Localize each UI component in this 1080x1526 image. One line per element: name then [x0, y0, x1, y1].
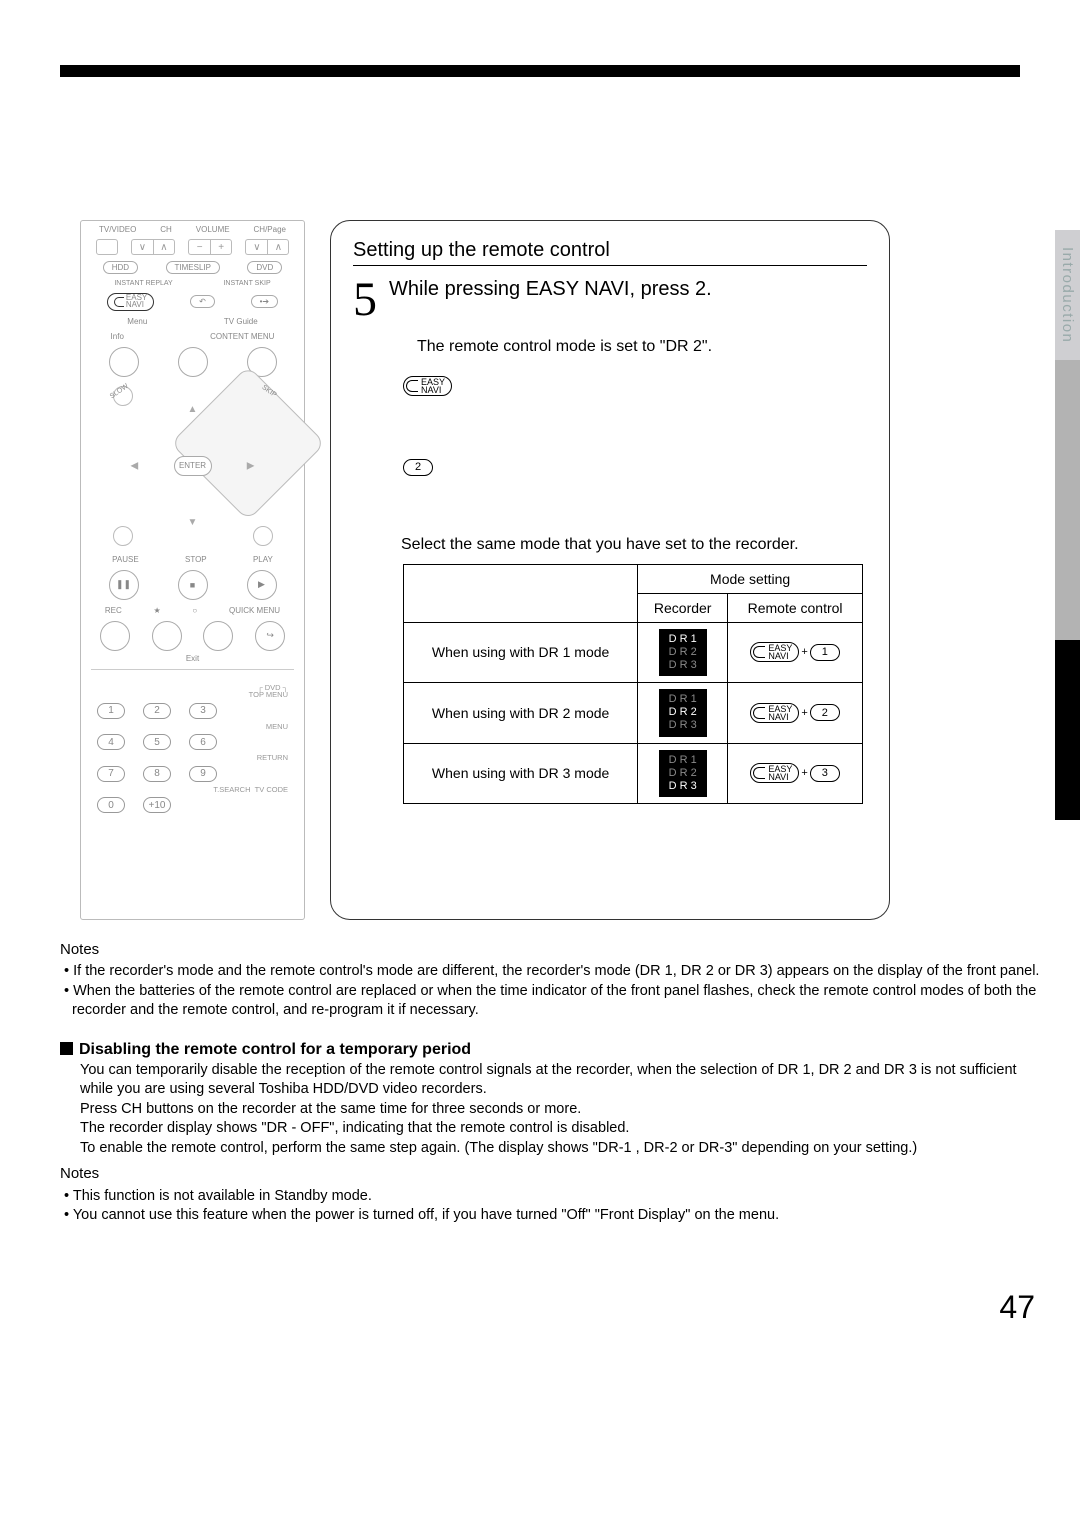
step-number: 5 [353, 276, 377, 324]
recorder-display: D R 1D R 2D R 3 [659, 689, 707, 737]
instant-replay-button[interactable]: ↶ [190, 295, 215, 308]
info-button[interactable] [109, 347, 139, 377]
disable-p2: Press CH buttons on the recorder at the … [80, 1100, 1040, 1120]
enter-button[interactable]: ENTER [174, 456, 212, 476]
menu-button[interactable] [178, 347, 208, 377]
lbl-info: Info [111, 332, 124, 341]
mode-row-label: When using with DR 1 mode [404, 622, 638, 683]
notes-section: Notes • If the recorder's mode and the r… [60, 938, 1040, 1226]
key-0[interactable]: 0 [97, 797, 125, 813]
lbl-chpage: CH/Page [254, 225, 286, 234]
lbl-ch: CH [160, 225, 172, 234]
lbl-exit: Exit [81, 654, 304, 663]
lbl-instantskip: INSTANT SKIP [223, 280, 270, 287]
mode-row-label: When using with DR 2 mode [404, 683, 638, 744]
key-8[interactable]: 8 [143, 766, 171, 782]
star-icon: ★ [153, 606, 160, 615]
fav-button[interactable] [152, 621, 182, 651]
section-tab: Introduction [1055, 230, 1080, 360]
recorder-display: D R 1D R 2D R 3 [659, 750, 707, 798]
timeslip-button[interactable]: TIMESLIP [166, 261, 220, 274]
keypad: ┌ DVD ┐TOP MENU 123 MENU 456 RETURN 789 … [81, 676, 304, 826]
bookmark-button[interactable] [203, 621, 233, 651]
play-button[interactable]: ▶ [247, 570, 277, 600]
quickmenu-button[interactable]: ↪ [255, 621, 285, 651]
ch-rocker[interactable]: ∨∧ [131, 239, 175, 255]
note-3: • This function is not available in Stan… [60, 1187, 1040, 1207]
step-text: While pressing EASY NAVI, press 2. [389, 276, 712, 301]
easy-navi-button[interactable]: EASYNAVI [107, 293, 154, 311]
rec-button[interactable] [100, 621, 130, 651]
stop-button[interactable]: ■ [178, 570, 208, 600]
key-3[interactable]: 3 [189, 703, 217, 719]
th-recorder: Recorder [638, 593, 728, 622]
dvd-button[interactable]: DVD [247, 261, 282, 274]
key-7[interactable]: 7 [97, 766, 125, 782]
pause-button[interactable]: ❚❚ [109, 570, 139, 600]
note-2: • When the batteries of the remote contr… [60, 982, 1040, 1021]
instruction-panel: Setting up the remote control 5 While pr… [330, 220, 890, 920]
lbl-volume: VOLUME [196, 225, 230, 234]
key-5[interactable]: 5 [143, 734, 171, 750]
remote-combo: EASYNAVI+3 [736, 763, 854, 783]
key-plus10[interactable]: +10 [143, 797, 171, 813]
lbl-pause: PAUSE [112, 555, 139, 564]
key-9[interactable]: 9 [189, 766, 217, 782]
lbl-rec: REC [105, 606, 122, 615]
key-4[interactable]: 4 [97, 734, 125, 750]
key-6[interactable]: 6 [189, 734, 217, 750]
tvvideo-button[interactable] [96, 239, 118, 255]
disable-p3: The recorder display shows "DR - OFF", i… [80, 1119, 1040, 1139]
vol-rocker[interactable]: −+ [188, 239, 232, 255]
lbl-menu: Menu [127, 317, 147, 326]
side-block-black [1055, 640, 1080, 820]
lbl-tvvideo: TV/VIDEO [99, 225, 136, 234]
note-1: • If the recorder's mode and the remote … [60, 962, 1040, 982]
mode-row-label: When using with DR 3 mode [404, 743, 638, 804]
remote-diagram: TV/VIDEO CH VOLUME CH/Page ∨∧ −+ ∨∧ HDD … [80, 220, 305, 920]
disable-heading: Disabling the remote control for a tempo… [60, 1039, 1040, 1061]
notes-heading: Notes [60, 940, 1040, 960]
disable-p1: You can temporarily disable the receptio… [80, 1061, 1040, 1100]
th-remote: Remote control [728, 593, 863, 622]
lbl-return: RETURN [97, 754, 288, 762]
easy-navi-pill: EASYNAVI [403, 376, 452, 396]
lbl-instantreplay: INSTANT REPLAY [114, 280, 172, 287]
lbl-stop: STOP [185, 555, 207, 564]
step-subtext: The remote control mode is set to "DR 2"… [417, 338, 867, 356]
key-2[interactable]: 2 [143, 703, 171, 719]
note-4: • You cannot use this feature when the p… [60, 1206, 1040, 1226]
hdd-button[interactable]: HDD [103, 261, 138, 274]
panel-title: Setting up the remote control [353, 239, 867, 266]
number-2-pill: 2 [403, 459, 433, 476]
lbl-play: PLAY [253, 555, 273, 564]
dpad[interactable]: ▲▼◀▶ ENTER SLOW SKIP [113, 386, 273, 546]
key-1[interactable]: 1 [97, 703, 125, 719]
th-mode: Mode setting [638, 564, 863, 593]
instant-skip-button[interactable]: •➔ [251, 295, 279, 308]
table-intro: Select the same mode that you have set t… [401, 536, 867, 554]
mode-table: Mode setting RecorderRemote control When… [403, 564, 863, 805]
remote-combo: EASYNAVI+1 [736, 642, 854, 662]
disable-p4: To enable the remote control, perform th… [80, 1139, 1040, 1159]
section-tab-label: Introduction [1059, 247, 1076, 343]
remote-combo: EASYNAVI+2 [736, 703, 854, 723]
lbl-menu2: MENU [97, 723, 288, 731]
lbl-quick: QUICK MENU [229, 606, 280, 615]
notes-heading-2: Notes [60, 1164, 1040, 1184]
circ-icon: ○ [192, 606, 197, 615]
top-black-bar [60, 65, 1020, 77]
side-block-gray [1055, 360, 1080, 640]
lbl-tvguide: TV Guide [224, 317, 258, 326]
recorder-display: D R 1D R 2D R 3 [659, 629, 707, 677]
page-number: 47 [999, 1289, 1035, 1326]
lbl-content: CONTENT MENU [210, 332, 274, 341]
chpage-rocker[interactable]: ∨∧ [245, 239, 289, 255]
